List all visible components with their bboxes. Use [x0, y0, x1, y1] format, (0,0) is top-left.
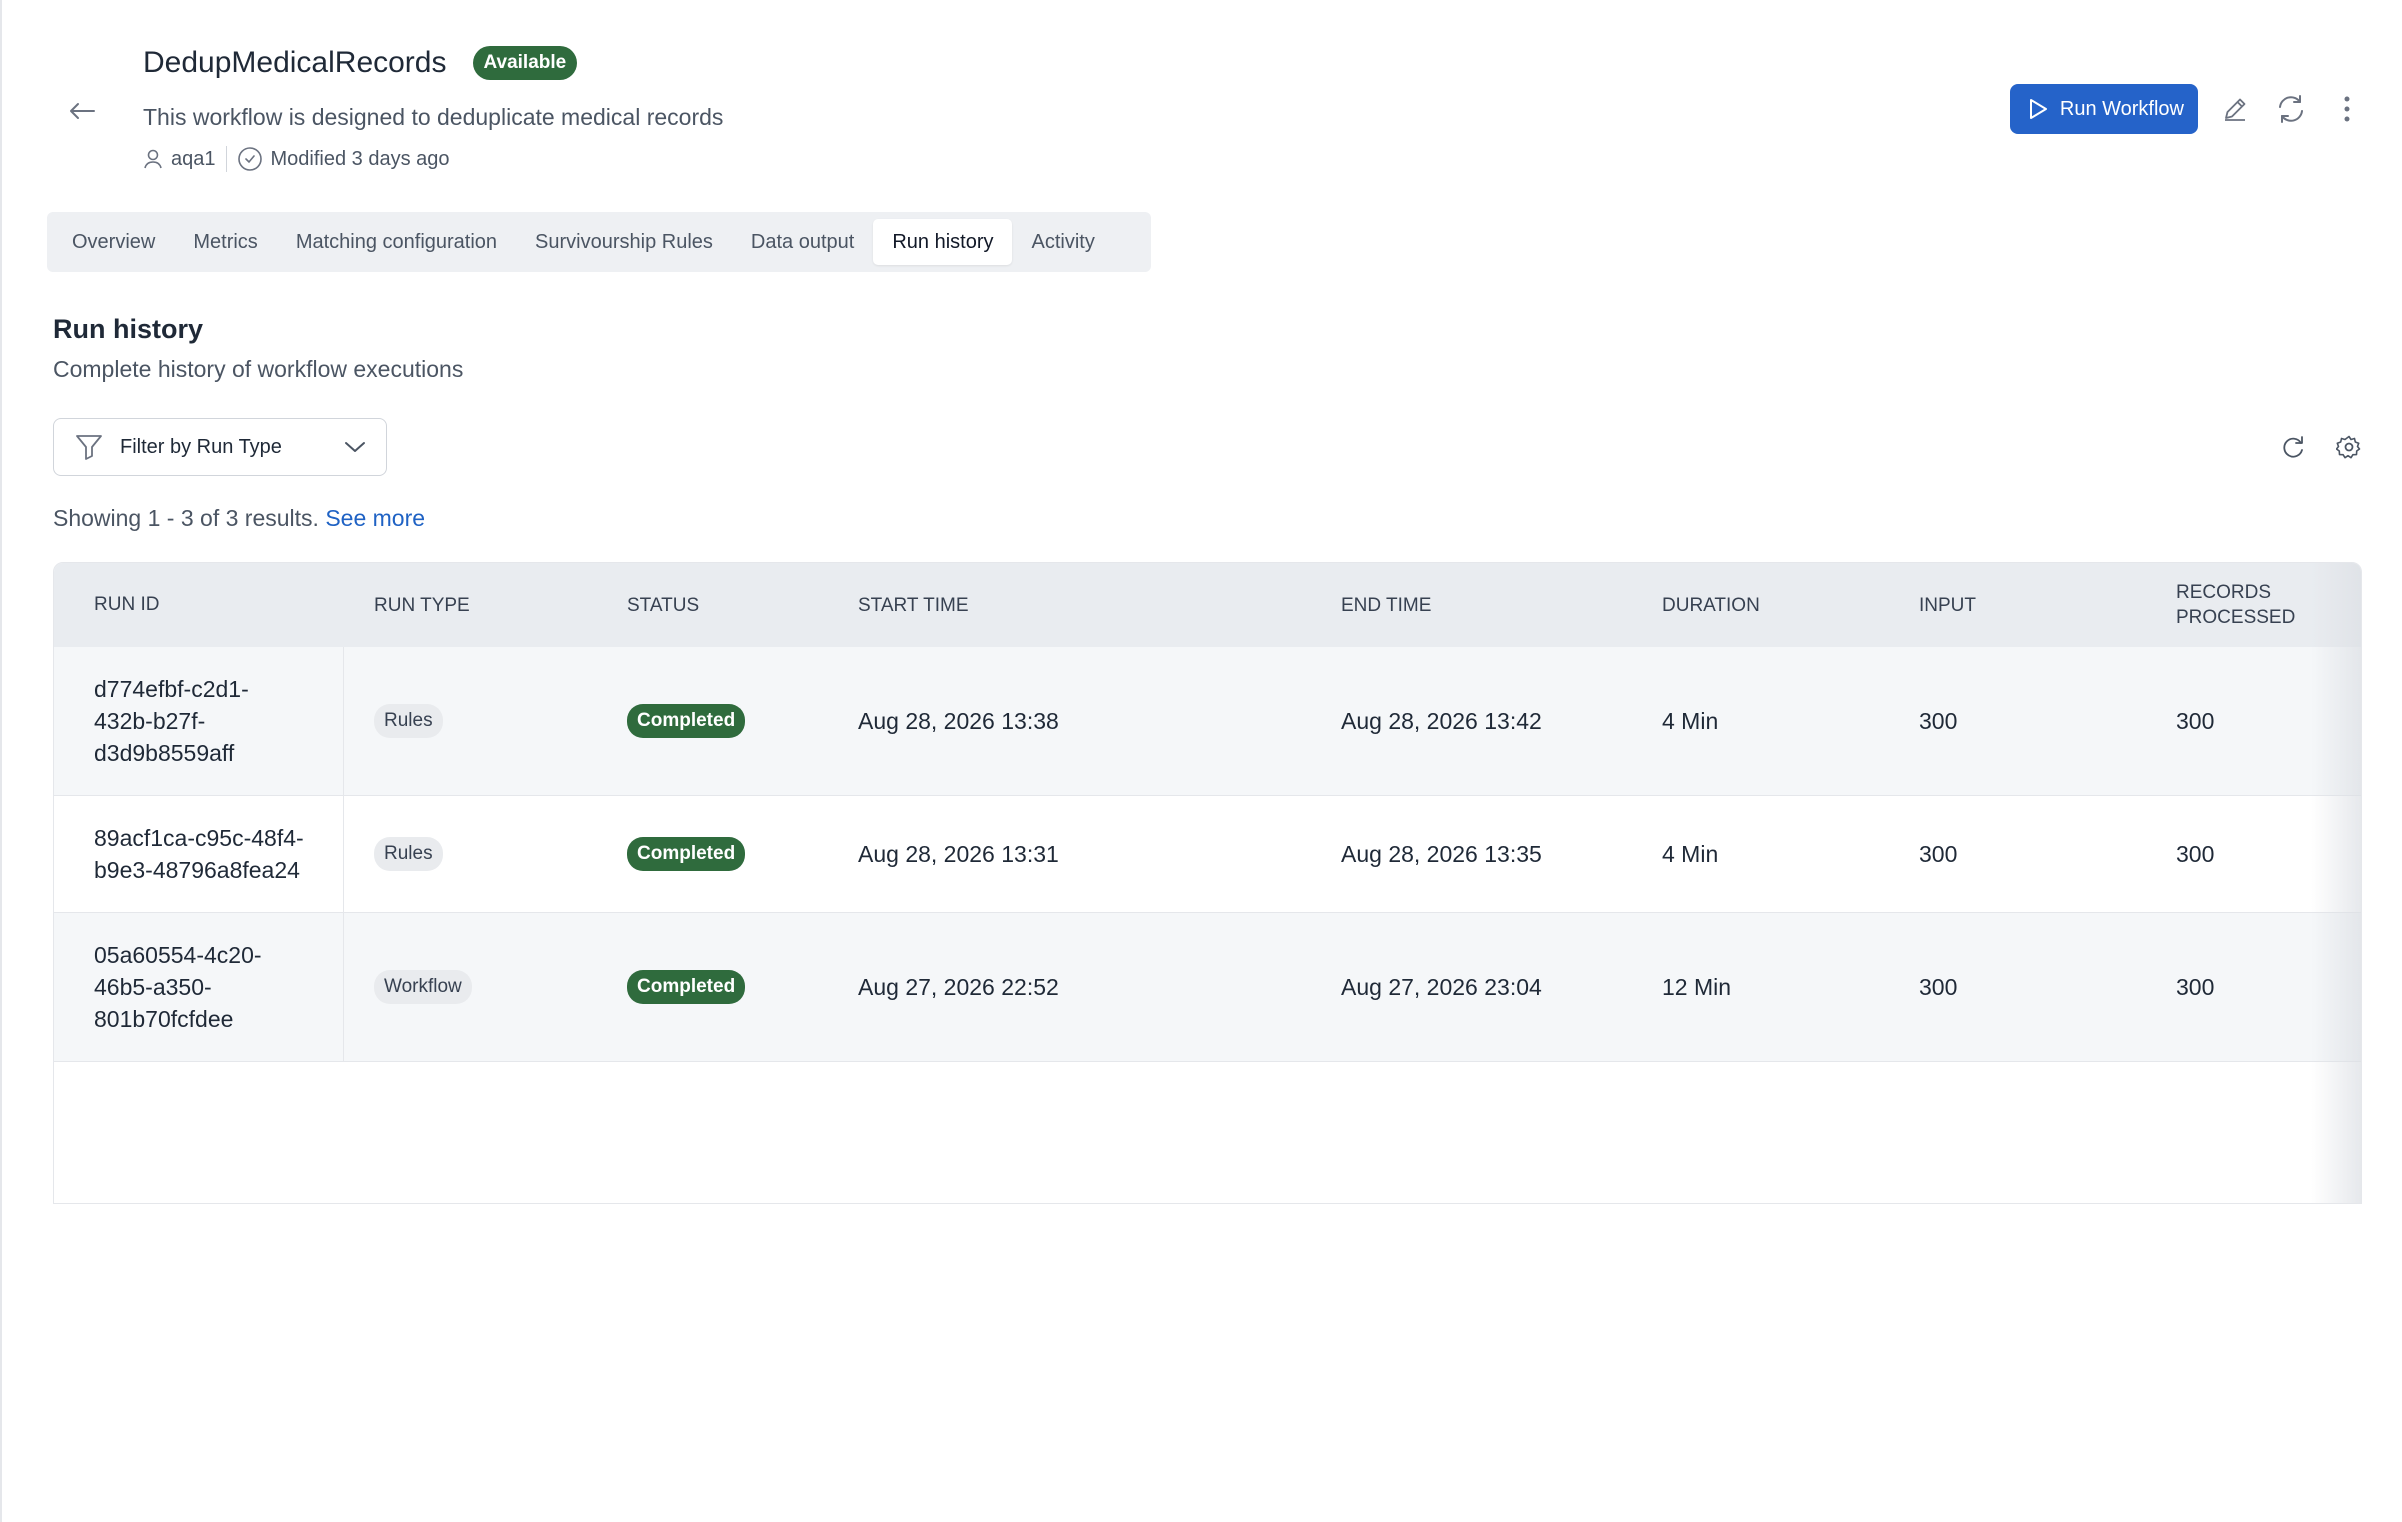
title-row: DedupMedicalRecords Available [143, 46, 578, 80]
results-summary: Showing 1 - 3 of 3 results. See more [53, 505, 425, 532]
column-header-run-id[interactable]: RUN ID [54, 563, 344, 647]
run-type-cell: Rules [344, 837, 601, 871]
tab-activity[interactable]: Activity [1012, 219, 1113, 265]
refresh-icon [2279, 95, 2303, 123]
table-settings-button[interactable] [2332, 430, 2366, 464]
duration-cell: 4 Min [1662, 840, 1719, 867]
clock-icon [237, 146, 263, 172]
settings-icon [2336, 435, 2361, 459]
run-type-cell: Rules [344, 704, 601, 738]
run-id-line: d774efbf-c2d1- [94, 676, 249, 702]
tab-metrics[interactable]: Metrics [174, 219, 276, 265]
section-subtitle: Complete history of workflow executions [53, 356, 464, 382]
status-badge: Available [472, 46, 578, 80]
workflow-meta: aqa1 Modified 3 days ago [143, 146, 450, 172]
table-tools [2276, 430, 2366, 464]
status-badge: Completed [627, 970, 746, 1004]
start-time-cell: Aug 28, 2026 13:38 [858, 707, 1059, 734]
header-actions: Run Workflow [2009, 84, 2366, 134]
run-id-line: 432b-b27f- [94, 708, 206, 734]
run-workflow-label: Run Workflow [2059, 97, 2184, 120]
column-header-duration[interactable]: DURATION [1662, 593, 1919, 618]
back-button[interactable] [62, 96, 102, 126]
modified-text: Modified 3 days ago [270, 147, 450, 170]
column-header-status[interactable]: STATUS [601, 593, 858, 618]
input-cell: 300 [1919, 973, 1958, 1000]
duration-cell: 12 Min [1662, 973, 1732, 1000]
run-type-chip: Workflow [374, 970, 472, 1004]
end-time-cell: Aug 28, 2026 13:42 [1341, 707, 1542, 734]
filter-icon [76, 435, 102, 460]
pencil-icon [2225, 98, 2246, 121]
workflow-description: This workflow is designed to deduplicate… [143, 104, 724, 130]
play-icon [2029, 99, 2047, 119]
more-vertical-icon [2344, 96, 2350, 122]
see-more-link[interactable]: See more [325, 505, 425, 531]
table-header: RUN ID RUN TYPE STATUS START TIME END TI… [54, 563, 2361, 647]
arrow-left-icon [70, 103, 95, 119]
run-type-cell: Workflow [344, 970, 601, 1004]
tab-data-output[interactable]: Data output [732, 219, 873, 265]
left-border [0, 0, 2, 1522]
tab-matching-configuration[interactable]: Matching configuration [277, 219, 516, 265]
page-title: DedupMedicalRecords [143, 46, 447, 79]
run-id-line: d3d9b8559aff [94, 740, 235, 766]
column-header-input[interactable]: INPUT [1919, 593, 2176, 618]
meta-divider [225, 146, 227, 172]
records-processed-cell: 300 [2176, 707, 2215, 734]
column-header-start-time[interactable]: START TIME [858, 593, 1341, 618]
column-header-records-processed[interactable]: RECORDS PROCESSED [2176, 580, 2316, 630]
status-cell: Completed [601, 837, 858, 871]
records-processed-cell: 300 [2176, 840, 2215, 867]
run-history-table: RUN ID RUN TYPE STATUS START TIME END TI… [53, 562, 2362, 1204]
duration-cell: 4 Min [1662, 707, 1719, 734]
table-row[interactable]: 05a60554-4c20- 46b5-a350- 801b70fcfdee W… [54, 913, 2361, 1062]
table-row[interactable]: 89acf1ca-c95c-48f4- b9e3-48796a8fea24 Ru… [54, 796, 2361, 913]
input-cell: 300 [1919, 707, 1958, 734]
run-id-line: 46b5-a350- [94, 974, 212, 1000]
more-options-button[interactable] [2328, 90, 2366, 128]
column-header-end-time[interactable]: END TIME [1341, 593, 1662, 618]
refresh-button[interactable] [2272, 90, 2310, 128]
run-id-cell: d774efbf-c2d1- 432b-b27f- d3d9b8559aff [54, 647, 344, 795]
tab-survivourship-rules[interactable]: Survivourship Rules [516, 219, 732, 265]
tab-overview[interactable]: Overview [53, 219, 174, 265]
run-workflow-button[interactable]: Run Workflow [2009, 84, 2198, 134]
owner-name: aqa1 [171, 147, 216, 170]
table-row[interactable]: d774efbf-c2d1- 432b-b27f- d3d9b8559aff R… [54, 647, 2361, 796]
section-title: Run history [53, 314, 204, 344]
edit-button[interactable] [2216, 90, 2254, 128]
status-cell: Completed [601, 704, 858, 738]
run-id-cell: 05a60554-4c20- 46b5-a350- 801b70fcfdee [54, 913, 344, 1061]
run-id-line: b9e3-48796a8fea24 [94, 857, 300, 883]
start-time-cell: Aug 28, 2026 13:31 [858, 840, 1059, 867]
status-badge: Completed [627, 704, 746, 738]
run-type-filter[interactable]: Filter by Run Type [53, 418, 387, 476]
reload-icon [2283, 436, 2303, 458]
tab-bar: Overview Metrics Matching configuration … [47, 212, 1151, 272]
records-processed-cell: 300 [2176, 973, 2215, 1000]
user-icon [143, 148, 163, 170]
start-time-cell: Aug 27, 2026 22:52 [858, 973, 1059, 1000]
reload-button[interactable] [2276, 430, 2310, 464]
run-id-line: 89acf1ca-c95c-48f4- [94, 825, 304, 851]
chevron-down-icon [345, 442, 365, 452]
run-type-chip: Rules [374, 837, 443, 871]
end-time-cell: Aug 28, 2026 13:35 [1341, 840, 1542, 867]
run-id-line: 801b70fcfdee [94, 1006, 234, 1032]
tab-run-history[interactable]: Run history [873, 219, 1013, 265]
input-cell: 300 [1919, 840, 1958, 867]
status-badge: Completed [627, 837, 746, 871]
run-id-cell: 89acf1ca-c95c-48f4- b9e3-48796a8fea24 [54, 796, 344, 912]
run-id-line: 05a60554-4c20- [94, 942, 262, 968]
status-cell: Completed [601, 970, 858, 1004]
filter-label: Filter by Run Type [120, 435, 282, 458]
end-time-cell: Aug 27, 2026 23:04 [1341, 973, 1542, 1000]
results-count: Showing 1 - 3 of 3 results. [53, 505, 319, 531]
run-type-chip: Rules [374, 704, 443, 738]
column-header-run-type[interactable]: RUN TYPE [344, 593, 601, 618]
